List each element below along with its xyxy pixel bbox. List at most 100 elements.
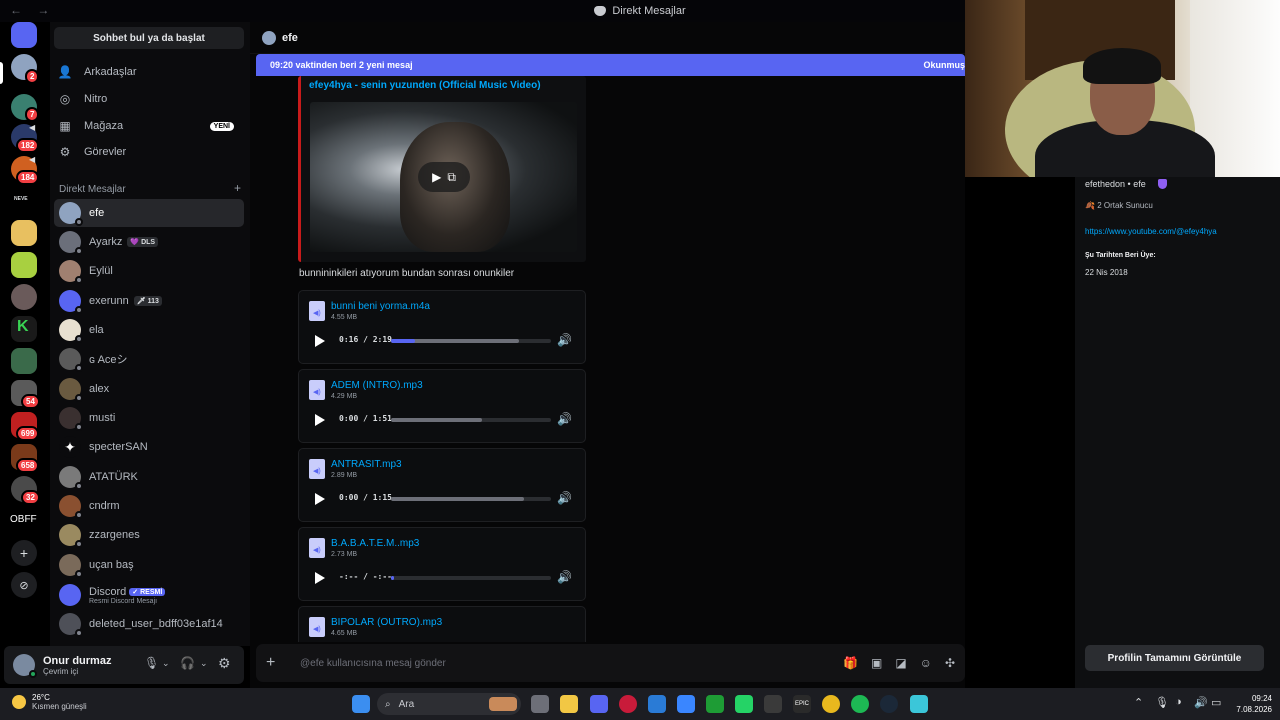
server-neve[interactable]: NEVE [14,196,28,202]
file-name-link[interactable]: BIPOLAR (OUTRO).mp3 [331,617,442,628]
nav-quests[interactable]: ⚙ Görevler [58,140,244,164]
volume-icon[interactable]: 🔊 [557,333,572,347]
dm-item[interactable]: ✦ specterSAN [54,433,244,461]
video-thumbnail[interactable]: ▶ ⧉ [310,102,577,252]
speaker-icon[interactable]: 🔊 [1194,696,1208,709]
create-dm-button[interactable]: + [234,182,241,195]
nav-shop[interactable]: ▦ Mağaza YENİ [58,114,244,138]
play-icon[interactable] [315,493,325,505]
audio-seek-bar[interactable] [391,339,551,343]
taskbar-search[interactable]: ⌕ Ara [377,693,521,715]
discord-taskbar-icon[interactable] [590,695,608,713]
audio-seek-bar[interactable] [391,497,551,501]
server-obff[interactable]: OBFF [10,514,37,525]
play-icon[interactable] [315,572,325,584]
dm-item[interactable]: exerunn 🗡 113 [54,287,244,315]
nav-arrows[interactable]: ← → [10,3,55,17]
profile-handle: efethedon • efe [1085,179,1146,189]
spotify-icon[interactable] [851,695,869,713]
xbox-icon[interactable] [706,695,724,713]
dm-item[interactable]: Eylül [54,257,244,285]
gif-icon[interactable]: ▣ [871,656,882,670]
dm-item[interactable]: ɢ Aceシ [54,345,244,373]
apps-icon[interactable]: ✣ [945,656,955,670]
sticker-icon[interactable]: ◪ [895,656,906,670]
chevron-up-icon[interactable]: ⌃ [1134,696,1143,709]
youtube-link[interactable]: https://www.youtube.com/@efey4hya [1085,227,1217,236]
file-name-link[interactable]: B.A.B.A.T.E.M..mp3 [331,538,419,549]
dm-item[interactable]: ela [54,316,244,344]
plus-icon[interactable]: + [266,654,286,672]
mark-read-button[interactable]: Okunmuş [923,60,965,70]
play-video-button[interactable]: ▶ ⧉ [418,162,470,192]
add-server-icon[interactable]: + [11,540,37,566]
whatsapp-icon[interactable] [735,695,753,713]
play-icon[interactable] [315,335,325,347]
embed-title-link[interactable]: efey4hya - senin yuzunden (Official Musi… [309,80,541,91]
dm-item[interactable]: cndrm [54,492,244,520]
user-avatar[interactable] [13,654,37,678]
dm-name: deleted_user_bdff03e1af14 [89,618,223,630]
dm-item[interactable]: deleted_user_bdff03e1af14 [54,610,244,638]
server-icon[interactable] [11,252,37,278]
chevron-down-icon[interactable]: ⌄ [200,658,208,669]
dm-item[interactable]: efe [54,199,244,227]
app-icon[interactable] [764,695,782,713]
steam-icon[interactable] [880,695,898,713]
server-icon[interactable] [11,284,37,310]
nav-nitro[interactable]: ◎ Nitro [58,87,244,111]
dm-item[interactable]: Ayarkz 💜 DLS [54,228,244,256]
chevron-down-icon[interactable]: ⌄ [162,658,170,669]
dm-item[interactable]: zzargenes [54,521,244,549]
task-view-icon[interactable] [531,695,549,713]
speaker-icon: ◀ [29,155,36,164]
view-full-profile-button[interactable]: Profilin Tamamını Görüntüle [1085,645,1264,671]
message-input[interactable]: @efe kullanıcısına mesaj gönder [300,658,446,669]
volume-icon[interactable]: 🔊 [557,570,572,584]
volume-icon[interactable]: 🔊 [557,491,572,505]
opera-icon[interactable] [619,695,637,713]
chrome-icon[interactable] [822,695,840,713]
file-name-link[interactable]: bunni beni yorma.m4a [331,301,430,312]
dm-item[interactable]: uçan baş [54,551,244,579]
epic-games-icon[interactable]: EPIC [793,695,811,713]
server-icon[interactable] [11,220,37,246]
notepad-icon[interactable] [910,695,928,713]
gear-icon[interactable]: ⚙ [218,655,231,672]
user-info[interactable]: Onur durmaz Çevrim içi [43,655,111,676]
file-explorer-icon[interactable] [560,695,578,713]
gift-icon[interactable]: 🎁 [843,656,858,670]
home-button[interactable] [11,22,37,48]
play-icon[interactable] [315,414,325,426]
microphone-icon[interactable]: 🎙 [1155,696,1169,709]
microphone-icon[interactable]: 🎙 [144,656,159,670]
volume-icon[interactable]: 🔊 [557,412,572,426]
file-name-link[interactable]: ANTRASIT.mp3 [331,459,402,470]
dm-item[interactable]: alex [54,375,244,403]
audio-seek-bar[interactable] [391,576,551,580]
store-icon[interactable] [677,695,695,713]
find-conversation-button[interactable]: Sohbet bul ya da başlat [54,27,244,49]
dm-subtitle: Resmi Discord Mesajı [89,597,158,605]
weather-widget[interactable]: 26°C Kısmen güneşli [12,693,87,711]
audio-seek-bar[interactable] [391,418,551,422]
server-icon[interactable] [11,348,37,374]
file-name-link[interactable]: ADEM (INTRO).mp3 [331,380,423,391]
emoji-icon[interactable]: ☺ [920,656,932,670]
new-messages-bar[interactable]: 09:20 vaktinden beri 2 yeni mesaj Okunmu… [256,54,965,76]
dm-name: efe [89,207,105,219]
dm-name: Discord [89,585,127,598]
windows-start-icon[interactable] [352,695,370,713]
mutual-servers-link[interactable]: 🍂 2 Ortak Sunucu [1085,201,1153,210]
battery-icon[interactable]: ▭ [1211,696,1221,709]
dm-item[interactable]: Discord ✓ RESMİ Resmi Discord Mesajı [54,580,244,610]
discover-icon[interactable]: ⊘ [11,572,37,598]
mail-icon[interactable] [648,695,666,713]
network-icon[interactable]: ◑ [1175,696,1182,708]
clock[interactable]: 09:24 7.08.2026 [1232,693,1272,715]
audio-file-icon: ◀) [309,301,325,321]
dm-item[interactable]: ATATÜRK [54,463,244,491]
nav-friends[interactable]: 👤 Arkadaşlar [58,60,244,84]
headphones-icon[interactable]: 🎧 [180,656,195,670]
dm-item[interactable]: musti [54,404,244,432]
